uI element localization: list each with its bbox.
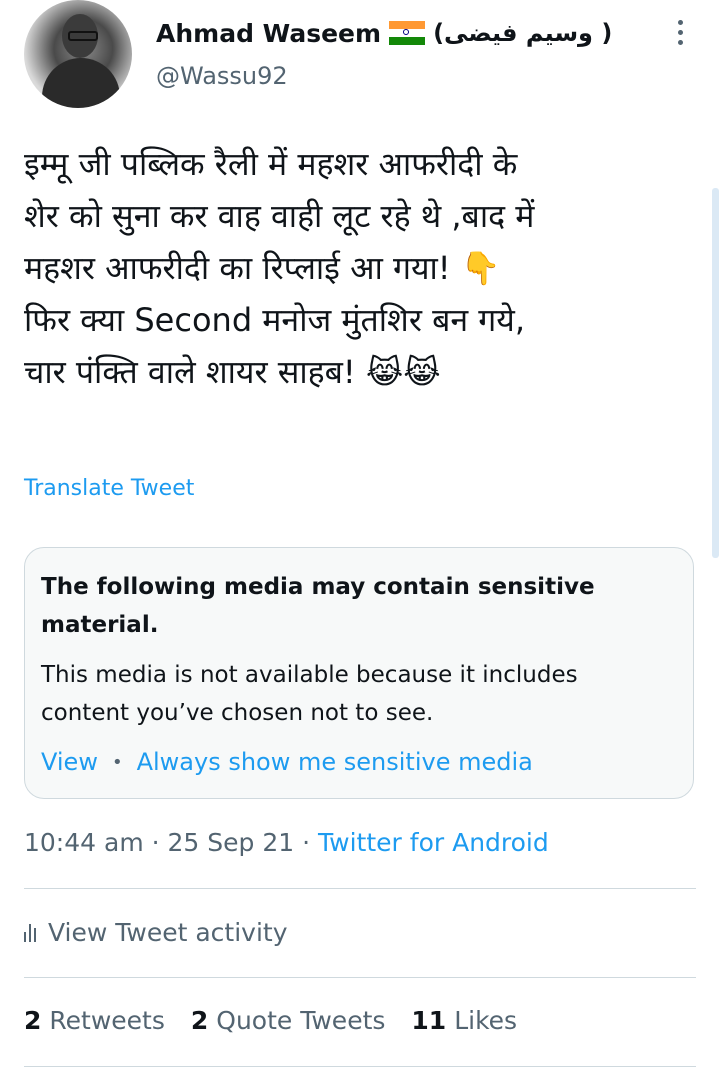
view-tweet-activity-label: View Tweet activity: [48, 918, 288, 947]
tweet-time[interactable]: 10:44 am: [24, 828, 144, 857]
likes-count: 11: [411, 1006, 447, 1035]
sensitive-media-card: The following media may contain sensitiv…: [24, 547, 694, 799]
translate-tweet-link[interactable]: Translate Tweet: [24, 476, 194, 501]
tweet-text-line: इम्मू जी पब्लिक रैली में महशर आफरीदी के: [24, 145, 518, 183]
likes-label: Likes: [454, 1006, 518, 1035]
bar-chart-icon: [24, 923, 36, 942]
author-avatar[interactable]: [24, 0, 132, 108]
sensitive-media-description: This media is not available because it i…: [41, 662, 578, 726]
tweet-text: इम्मू जी पब्लिक रैली में महशर आफरीदी के …: [24, 138, 694, 398]
divider: [24, 1066, 696, 1067]
tweet-text-line: फिर क्या Second मनोज मुंतशिर बन गये,: [24, 301, 526, 339]
tweet-stats: 2 Retweets 2 Quote Tweets 11 Likes: [24, 1006, 517, 1035]
view-media-link[interactable]: View: [41, 748, 98, 776]
quote-tweets-label: Quote Tweets: [216, 1006, 386, 1035]
view-tweet-activity-button[interactable]: View Tweet activity: [24, 918, 288, 947]
tweet-text-line: महशर आफरीदी का रिप्लाई आ गया! 👇: [24, 249, 501, 287]
always-show-sensitive-link[interactable]: Always show me sensitive media: [137, 748, 533, 776]
india-flag-icon: [389, 21, 426, 45]
separator-dot: •: [111, 751, 123, 773]
author-name[interactable]: Ahmad Waseem: [156, 19, 381, 48]
meta-separator: ·: [151, 828, 160, 857]
tweet-date[interactable]: 25 Sep 21: [168, 828, 295, 857]
likes-stat[interactable]: 11 Likes: [411, 1006, 517, 1035]
meta-separator: ·: [302, 828, 311, 857]
avatar-body-shape: [42, 58, 120, 108]
retweets-label: Retweets: [49, 1006, 165, 1035]
sensitive-media-actions: View • Always show me sensitive media: [41, 748, 533, 776]
divider: [24, 888, 696, 889]
tweet-meta: 10:44 am · 25 Sep 21 · Twitter for Andro…: [24, 828, 549, 857]
sensitive-media-title: The following media may contain sensitiv…: [41, 574, 595, 638]
avatar-glasses-shape: [68, 31, 98, 41]
tweet-text-line: शेर को सुना कर वाह वाही लूट रहे थे ,बाद …: [24, 197, 535, 235]
tweet-source-link[interactable]: Twitter for Android: [318, 828, 549, 857]
quote-tweets-stat[interactable]: 2 Quote Tweets: [191, 1006, 386, 1035]
retweets-stat[interactable]: 2 Retweets: [24, 1006, 165, 1035]
quote-tweets-count: 2: [190, 1006, 209, 1035]
scrollbar[interactable]: [712, 188, 719, 558]
author-urdu-name: ( وسیم فیضی): [433, 19, 613, 47]
retweets-count: 2: [24, 1006, 42, 1035]
author-name-row[interactable]: Ahmad Waseem ( وسیم فیضی): [156, 14, 612, 52]
author-handle[interactable]: @Wassu92: [156, 62, 288, 90]
tweet-text-line: चार पंक्ति वाले शायर साहब! 😹😹: [24, 353, 441, 391]
divider: [24, 977, 696, 978]
more-options-icon[interactable]: [672, 20, 688, 50]
